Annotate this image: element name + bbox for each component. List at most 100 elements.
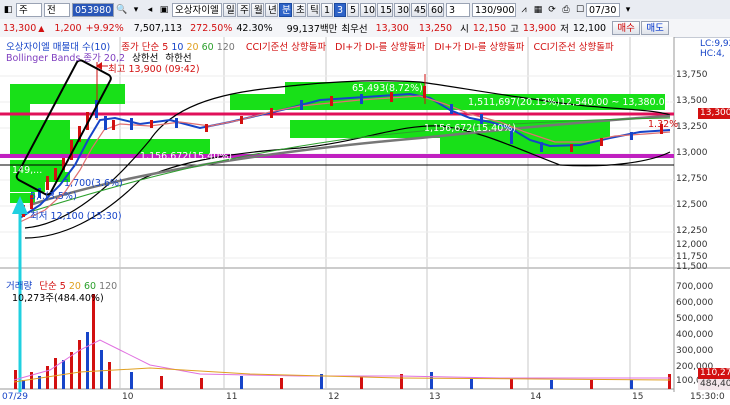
print-icon[interactable]: ⎙ (560, 4, 572, 16)
volume-axis-label: 400,000 (676, 330, 714, 340)
chart-line-icon[interactable]: ⩘ (518, 4, 530, 16)
x-axis-label: 10 (122, 392, 134, 402)
vp-label-5: 149,... (12, 165, 43, 176)
min-10[interactable]: 10 (360, 2, 376, 17)
buy-button[interactable]: 매수 (612, 21, 641, 35)
volume-axis-label: 600,000 (676, 298, 714, 308)
open-label: 시 (460, 24, 469, 35)
grid-icon[interactable]: ▦ (532, 4, 544, 16)
top-toolbar: ◧ 주 전 053980 🔍 ▾ ◂ ▣ 오상자이엘 일 주 월 년 분 초 틱… (0, 0, 730, 20)
min-5[interactable]: 5 (347, 2, 359, 17)
code-input[interactable]: 053980 (72, 2, 114, 17)
vp-range: 12,540.00 ~ 13,380.00 (560, 97, 671, 108)
turnover-value: 42.30% (236, 22, 273, 34)
dropdown-icon[interactable]: ▾ (130, 4, 142, 16)
price-axis-label: 13,500 (676, 96, 708, 106)
price-axis-label: 12,500 (676, 200, 708, 210)
price-axis-label: 12,250 (676, 226, 708, 236)
min-3[interactable]: 3 (334, 2, 346, 17)
price-axis-label: 13,250 (676, 122, 708, 132)
price-axis-label: 12,750 (676, 174, 708, 184)
volume-bars (14, 294, 671, 389)
low-label: 저 (560, 24, 569, 35)
bid-price: 13,250 (418, 22, 453, 34)
min-60[interactable]: 60 (428, 2, 444, 17)
sell-button[interactable]: 매도 (641, 21, 670, 35)
volume-tag-2: 484,40 (698, 379, 730, 390)
high-price: 13,900 (522, 22, 557, 34)
period-tick[interactable]: 틱 (307, 2, 320, 17)
x-axis-label: 13 (429, 392, 441, 402)
x-axis-label: 11 (226, 392, 238, 402)
period-second[interactable]: 초 (293, 2, 306, 17)
checkbox-icon[interactable]: ☐ (574, 4, 586, 16)
legend-signal3: DI+가 DI-를 상향돌파 (434, 42, 525, 53)
volume-tag-1: 110,27 (698, 368, 730, 379)
period-minute[interactable]: 분 (279, 2, 292, 17)
refresh-icon[interactable]: ⟳ (546, 4, 558, 16)
volume-value: 7,507,113 (133, 22, 183, 34)
vp-label-4: 1,156,672(15.40%) (140, 151, 232, 162)
price-axis-label: 13,750 (676, 70, 708, 80)
change-pct: +9.92% (85, 22, 124, 34)
volume-axis-label: 500,000 (676, 314, 714, 324)
period-week[interactable]: 주 (237, 2, 250, 17)
calendar-icon[interactable]: ▾ (622, 4, 634, 16)
volume-ratio: 272.50% (190, 22, 233, 34)
period-select[interactable]: 전 (44, 2, 70, 17)
price-axis-label: 13,000 (676, 148, 708, 158)
x-axis-label: 15 (632, 392, 644, 402)
amount-value: 99,137백만 (286, 24, 338, 35)
search-icon[interactable]: 🔍 (116, 4, 128, 16)
volume-value: 10,273주(484.40%) (12, 293, 104, 304)
legend-ma120: 120 (216, 42, 235, 53)
high-label: 고 (510, 24, 519, 35)
prev-icon[interactable]: ◂ (144, 4, 156, 16)
x-axis-label: 14 (530, 392, 542, 402)
x-axis-end-time: 15:30:0 (690, 392, 725, 402)
price-change: 1,200 (54, 22, 82, 34)
price-axis-label: 11,750 (676, 252, 708, 262)
hc-label: HC:4, (700, 49, 725, 59)
lock-icon[interactable]: ▣ (158, 4, 170, 16)
price-axis-label: 12,000 (676, 240, 708, 250)
stock-name[interactable]: 오상자이엘 (172, 2, 222, 17)
min-1[interactable]: 1 (321, 2, 333, 17)
ratio-display: 130/900 (472, 2, 516, 17)
vp-label-3: 1,156,672(15.40%) (424, 123, 516, 134)
min-30[interactable]: 30 (394, 2, 410, 17)
count-input[interactable]: 3 (446, 2, 470, 17)
market-select[interactable]: 주 (16, 2, 42, 17)
vp-label-8: 1.32% (648, 119, 679, 130)
volume-axis-label: 300,000 (676, 346, 714, 356)
current-price: 13,300 (3, 22, 37, 34)
period-day[interactable]: 일 (223, 2, 236, 17)
low-annotation: 최저 12,100 (15:30) (30, 211, 122, 222)
min-45[interactable]: 45 (411, 2, 427, 17)
legend-signal1: CCI기준선 상향돌파 (245, 42, 327, 53)
vp-label-1: 65,493(8.72%) (352, 83, 423, 94)
high-annotation: 최고 13,900 (09:42) (108, 64, 200, 75)
x-axis-label: 12 (328, 392, 340, 402)
period-month[interactable]: 월 (251, 2, 264, 17)
min-15[interactable]: 15 (377, 2, 393, 17)
quote-bar: 13,300 ▲ 1,200 +9.92% 7,507,113 272.50% … (0, 19, 730, 38)
vp-label-6: 1,700(3.6%) (64, 178, 123, 189)
current-price-tag: 13,300 (698, 108, 730, 119)
priority-label: 최우선 (341, 24, 368, 35)
vp-label-7: 5,..(3.5%) (30, 191, 77, 202)
legend-signal4: CCI기준선 상향돌파 (533, 42, 614, 53)
window-icon[interactable]: ◧ (2, 4, 14, 16)
lc-label: LC:9,92 (700, 39, 730, 49)
open-price: 12,150 (472, 22, 507, 34)
ask-price: 13,300 (375, 22, 409, 34)
price-axis-label: 11,500 (676, 262, 708, 272)
low-price: 12,100 (572, 22, 607, 34)
period-year[interactable]: 년 (265, 2, 278, 17)
x-axis-label: 07/29 (2, 392, 28, 402)
legend-signal2: DI+가 DI-를 상향돌파 (335, 42, 426, 53)
vp-label-2: 1,511,697(20.13%) (468, 97, 560, 108)
legend-ma60: 60 (201, 42, 214, 53)
date-input[interactable]: 07/30 (586, 2, 620, 17)
up-arrow-icon: ▲ (38, 23, 45, 33)
